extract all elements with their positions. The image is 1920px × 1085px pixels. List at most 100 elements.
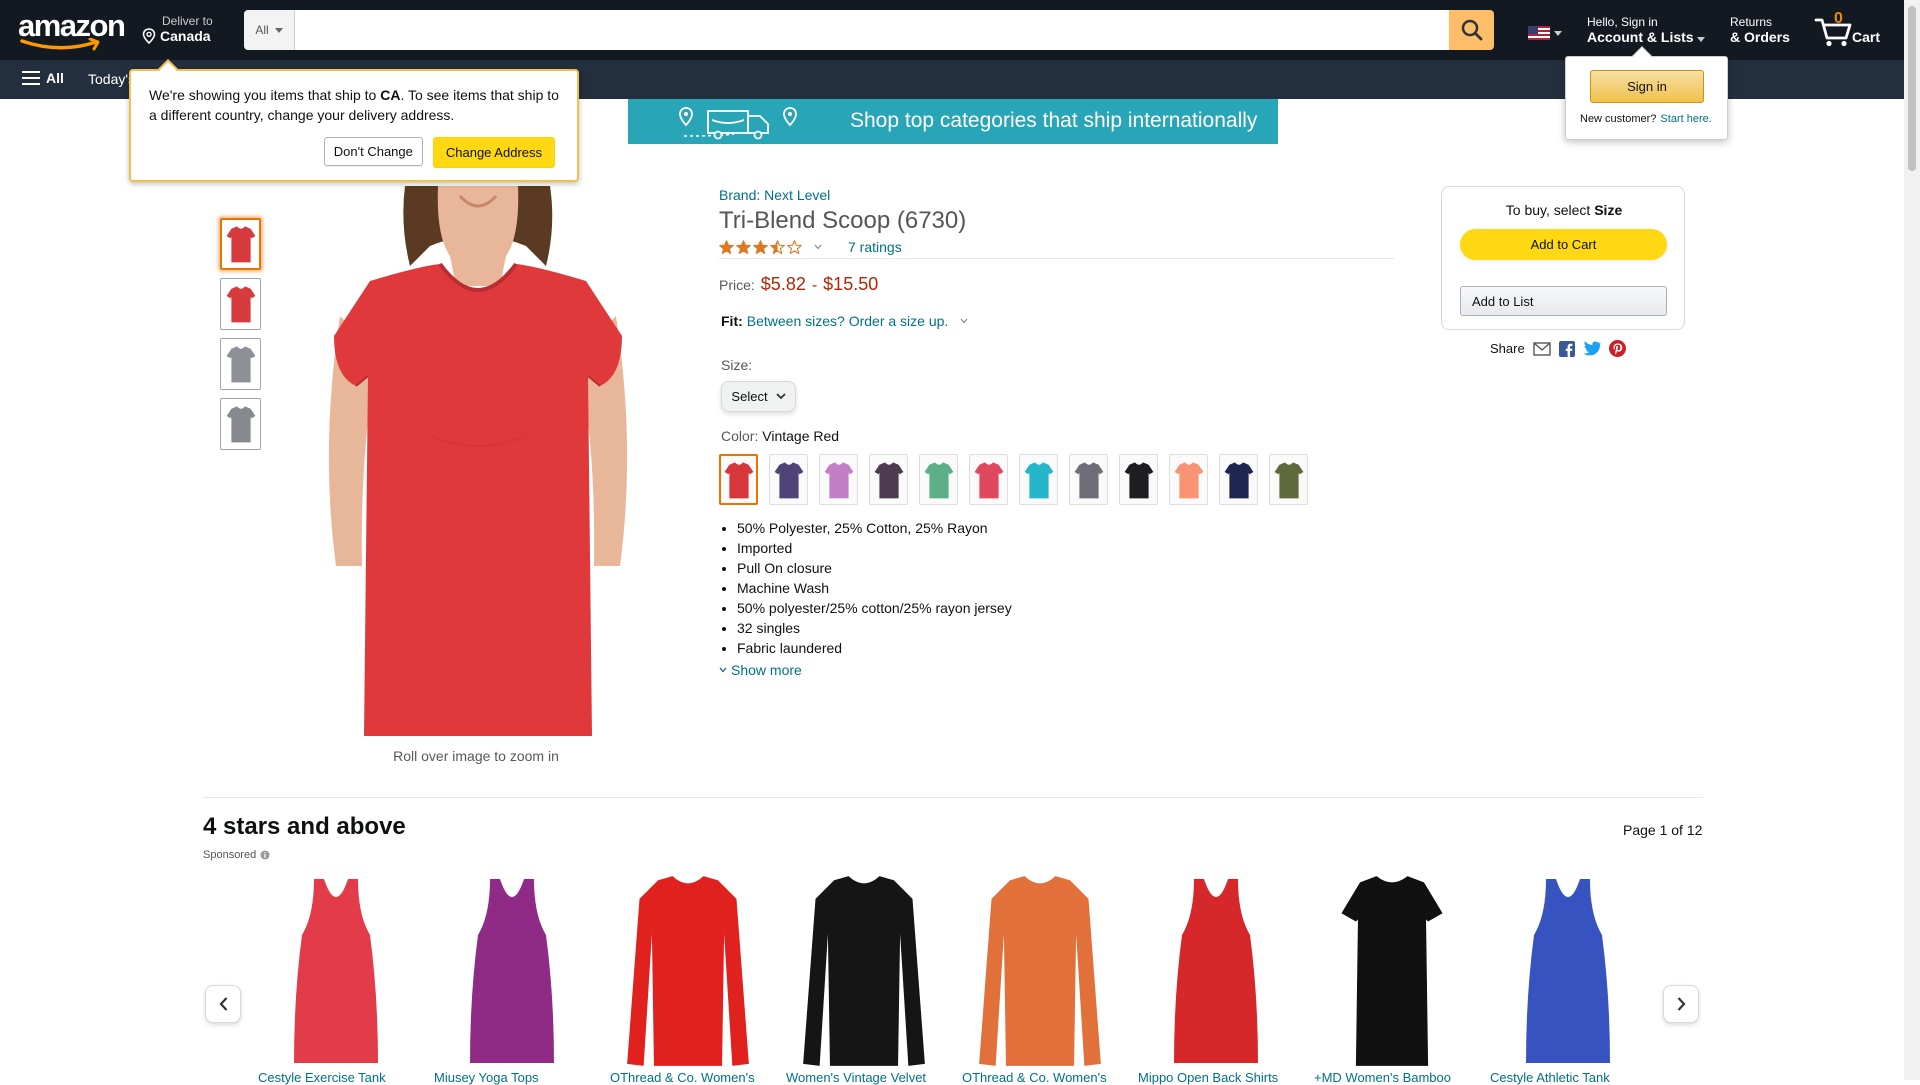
carousel-item-title[interactable]: OThread & Co. Women's — [610, 1070, 766, 1085]
color-swatch[interactable] — [1169, 454, 1208, 505]
buy-instruction-text: To buy, select — [1505, 202, 1595, 218]
star-rating[interactable] — [719, 239, 802, 255]
carousel-item[interactable]: Women's Vintage Velvet — [786, 870, 942, 1085]
deliver-to[interactable]: Deliver to Canada — [142, 14, 213, 44]
amazon-logo[interactable]: amazon — [18, 10, 126, 51]
info-icon — [260, 850, 270, 860]
carousel-item-title[interactable]: +MD Women's Bamboo — [1314, 1070, 1470, 1085]
chevron-down-icon[interactable] — [814, 244, 822, 250]
ratings-count-link[interactable]: 7 ratings — [848, 239, 902, 255]
carousel-items: Cestyle Exercise Tank Miusey Yoga Tops OTh… — [258, 870, 1646, 1085]
signin-button[interactable]: Sign in — [1590, 70, 1704, 103]
carousel-item-title[interactable]: OThread & Co. Women's — [962, 1070, 1118, 1085]
size-dropdown[interactable]: Select — [721, 381, 796, 412]
facebook-icon[interactable] — [1558, 340, 1575, 357]
carousel-item-title[interactable]: Mippo Open Back Shirts — [1138, 1070, 1294, 1085]
color-swatch[interactable] — [819, 454, 858, 505]
cart[interactable]: 0 Cart — [1814, 10, 1884, 50]
main-product-image[interactable] — [310, 186, 646, 736]
returns-orders[interactable]: Returns & Orders — [1730, 15, 1790, 45]
feature-bullets: 50% Polyester, 25% Cotton, 25% RayonImpo… — [737, 518, 1012, 658]
carousel-item-image[interactable] — [1314, 870, 1470, 1070]
color-label: Color: — [721, 428, 759, 444]
add-to-list-button[interactable]: Add to List — [1460, 286, 1667, 316]
show-more-link[interactable]: Show more — [719, 662, 802, 678]
carousel-item-title[interactable]: Cestyle Exercise Tank — [258, 1070, 414, 1085]
change-address-button[interactable]: Change Address — [432, 137, 555, 168]
carousel-item-title[interactable]: Miusey Yoga Tops — [434, 1070, 590, 1085]
color-swatch[interactable] — [1019, 454, 1058, 505]
location-pin-icon — [142, 28, 156, 44]
carousel-item-image[interactable] — [434, 870, 590, 1070]
language-selector[interactable] — [1528, 26, 1562, 40]
carousel-item-image[interactable] — [258, 870, 414, 1070]
carousel-item[interactable]: Cestyle Athletic Tank — [1490, 870, 1646, 1085]
email-icon[interactable] — [1533, 341, 1551, 356]
sponsored-text: Sponsored — [203, 849, 257, 861]
color-swatch[interactable] — [1219, 454, 1258, 505]
color-swatch[interactable] — [869, 454, 908, 505]
search-input[interactable] — [295, 10, 1449, 50]
zoom-hint: Roll over image to zoom in — [393, 748, 559, 764]
fit-row: Fit: Between sizes? Order a size up. — [721, 313, 968, 329]
carousel-item[interactable]: OThread & Co. Women's — [610, 870, 766, 1085]
sponsored-label[interactable]: Sponsored — [203, 849, 270, 861]
carousel-next-button[interactable] — [1663, 985, 1699, 1023]
product-thumbnail[interactable] — [220, 218, 261, 270]
start-here-link[interactable]: Start here. — [1660, 113, 1711, 125]
chevron-down-icon — [775, 393, 786, 400]
add-to-cart-button[interactable]: Add to Cart — [1460, 229, 1667, 260]
account-lists[interactable]: Hello, Sign in Account & Lists — [1587, 15, 1706, 45]
carousel-item-image[interactable] — [1138, 870, 1294, 1070]
carousel-item-image[interactable] — [962, 870, 1118, 1070]
size-select-value: Select — [731, 389, 768, 404]
carousel-title: 4 stars and above — [203, 813, 406, 840]
price-low: $5.82 — [760, 274, 806, 294]
fit-recommendation-link[interactable]: Between sizes? Order a size up. — [747, 313, 949, 329]
pinterest-icon[interactable] — [1608, 340, 1626, 357]
chevron-down-icon — [719, 667, 727, 673]
carousel-item[interactable]: Miusey Yoga Tops — [434, 870, 590, 1085]
price-separator: - — [811, 277, 818, 294]
brand-link[interactable]: Brand: Next Level — [719, 187, 830, 203]
color-swatch[interactable] — [1269, 454, 1308, 505]
carousel-item-image[interactable] — [1490, 870, 1646, 1070]
twitter-icon[interactable] — [1583, 341, 1601, 356]
color-swatch[interactable] — [1069, 454, 1108, 505]
carousel-item[interactable]: Mippo Open Back Shirts — [1138, 870, 1294, 1085]
popover-buttons: Don't Change Change Address — [323, 137, 555, 168]
carousel-prev-button[interactable] — [205, 985, 241, 1023]
color-swatch[interactable] — [969, 454, 1008, 505]
product-thumbnail[interactable] — [220, 338, 261, 390]
feature-bullet: 50% Polyester, 25% Cotton, 25% Rayon — [737, 518, 1012, 538]
product-thumbnail[interactable] — [220, 398, 261, 450]
scrollbar-thumb[interactable] — [1908, 6, 1916, 171]
product-title: Tri-Blend Scoop (6730) — [719, 207, 967, 234]
chevron-down-icon[interactable] — [960, 318, 968, 324]
international-shipping-banner[interactable]: Shop top categories that ship internatio… — [628, 99, 1278, 144]
carousel-item-title[interactable]: Women's Vintage Velvet — [786, 1070, 942, 1085]
caret-down-icon — [1697, 37, 1706, 42]
dont-change-button[interactable]: Don't Change — [323, 137, 423, 166]
search-category-dropdown[interactable]: All — [244, 10, 295, 50]
color-swatch[interactable] — [719, 454, 758, 505]
page-scrollbar[interactable] — [1904, 0, 1920, 1080]
banner-text: Shop top categories that ship internatio… — [850, 109, 1258, 132]
color-swatch[interactable] — [919, 454, 958, 505]
color-swatch[interactable] — [1119, 454, 1158, 505]
carousel-item[interactable]: OThread & Co. Women's — [962, 870, 1118, 1085]
fit-label: Fit: — [721, 313, 743, 329]
carousel-item-image[interactable] — [786, 870, 942, 1070]
carousel-item-image[interactable] — [610, 870, 766, 1070]
color-value: Vintage Red — [762, 428, 840, 444]
search-button[interactable] — [1449, 10, 1494, 50]
carousel-item[interactable]: +MD Women's Bamboo — [1314, 870, 1470, 1085]
carousel-item-title[interactable]: Cestyle Athletic Tank — [1490, 1070, 1646, 1085]
new-customer-text: New customer? — [1580, 113, 1657, 125]
signin-popover: Sign in New customer? Start here. — [1565, 46, 1728, 140]
star-icon — [719, 239, 734, 254]
all-menu-button[interactable]: All — [22, 70, 64, 86]
product-thumbnail[interactable] — [220, 278, 261, 330]
carousel-item[interactable]: Cestyle Exercise Tank — [258, 870, 414, 1085]
color-swatch[interactable] — [769, 454, 808, 505]
